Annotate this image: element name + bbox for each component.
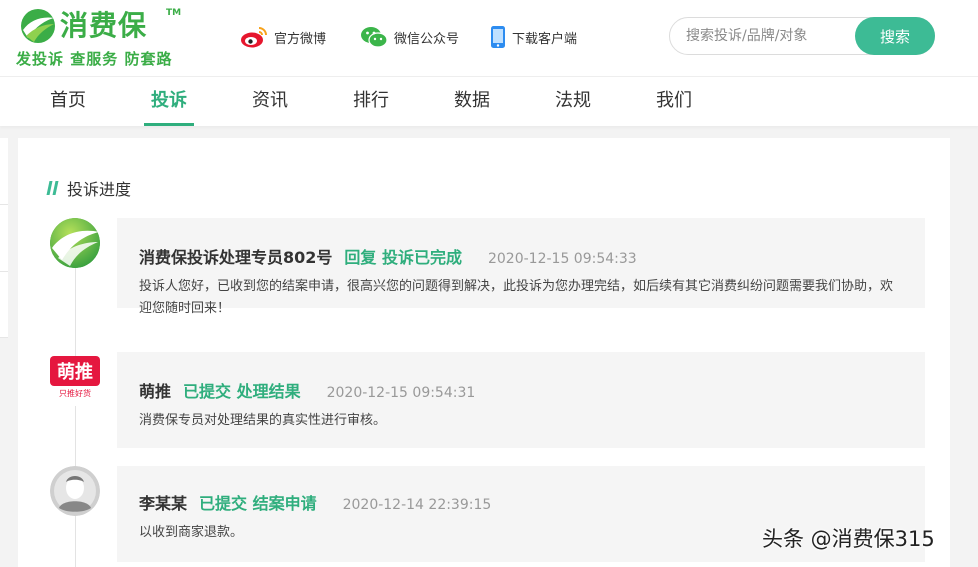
- logo-trademark: TM: [166, 8, 182, 18]
- nav-item-complaints[interactable]: 投诉: [144, 77, 194, 126]
- wechat-link-label: 微信公众号: [394, 31, 460, 47]
- nav-item-about-us[interactable]: 我们: [649, 77, 699, 126]
- logo-leaf-icon: [21, 9, 55, 43]
- logo-name: 消费保: [60, 9, 148, 42]
- download-app-link[interactable]: 下载客户端: [490, 22, 577, 52]
- weibo-icon: [241, 27, 267, 48]
- wechat-link[interactable]: 微信公众号: [360, 22, 459, 52]
- avatar: [50, 218, 100, 268]
- main-nav: 首页 投诉 资讯 排行 数据 法规 我们: [0, 76, 978, 126]
- default-user-avatar-icon: [50, 466, 100, 516]
- search-button[interactable]: 搜索: [855, 17, 935, 55]
- left-column-edge: [0, 138, 8, 338]
- mobile-phone-icon: [491, 26, 505, 48]
- consumer-protection-logo-icon: [50, 218, 100, 268]
- search-input[interactable]: [686, 27, 854, 45]
- entry-action: 回复 投诉已完成: [344, 248, 462, 267]
- logo-slogan: 发投诉 查服务 防套路: [16, 50, 173, 68]
- avatar-logo-text: 萌推: [57, 361, 93, 383]
- entry-bubble: 消费保投诉处理专员802号 回复 投诉已完成 2020-12-15 09:54:…: [117, 218, 925, 316]
- weibo-link[interactable]: 官方微博: [240, 22, 326, 52]
- entry-time: 2020-12-15 09:54:31: [326, 385, 476, 401]
- avatar: 萌推 只推好货: [50, 356, 100, 406]
- nav-item-news[interactable]: 资讯: [245, 77, 295, 126]
- nav-item-home[interactable]: 首页: [43, 77, 93, 126]
- timeline-line: [75, 263, 76, 567]
- search-box: 搜索: [669, 17, 935, 55]
- section-title: 投诉进度: [46, 177, 132, 199]
- entry-action: 已提交 处理结果: [183, 382, 301, 401]
- complaint-progress-panel: 投诉进度 消费保投诉处理专员802号 回复 投诉已完成 2020-12-15 0…: [18, 138, 950, 567]
- entry-time: 2020-12-15 09:54:33: [487, 251, 637, 267]
- title-accent-icon: [46, 181, 62, 195]
- entry-time: 2020-12-14 22:39:15: [342, 497, 492, 513]
- nav-item-regulations[interactable]: 法规: [548, 77, 598, 126]
- entry-author: 李某某: [139, 494, 188, 513]
- source-watermark: 头条 @消费保315: [762, 527, 935, 551]
- entry-text: 消费保专员对处理结果的真实性进行审核。: [139, 413, 387, 428]
- avatar: [50, 466, 100, 516]
- nav-item-rankings[interactable]: 排行: [346, 77, 396, 126]
- entry-action: 已提交 结案申请: [199, 494, 317, 513]
- site-header: 消费保 TM 发投诉 查服务 防套路 官方微博 微信公众号 下载客户端 搜索投诉…: [0, 0, 978, 76]
- wechat-icon: [361, 27, 388, 48]
- entry-text: 投诉人您好，已收到您的结案申请，很高兴您的问题得到解决，此投诉为您办理完结，如后…: [139, 279, 894, 316]
- entry-author: 消费保投诉处理专员802号: [139, 248, 333, 267]
- entry-bubble: 萌推 已提交 处理结果 2020-12-15 09:54:31 消费保专员对处理…: [117, 352, 925, 448]
- entry-author: 萌推: [139, 382, 172, 401]
- site-logo[interactable]: 消费保 TM 发投诉 查服务 防套路: [16, 6, 186, 68]
- nav-item-data[interactable]: 数据: [447, 77, 497, 126]
- section-title-text: 投诉进度: [67, 180, 132, 199]
- download-app-label: 下载客户端: [512, 31, 578, 47]
- mengtui-logo-icon: 萌推 只推好货: [50, 356, 100, 398]
- avatar-logo-subtext: 只推好货: [59, 388, 91, 398]
- weibo-link-label: 官方微博: [274, 31, 327, 47]
